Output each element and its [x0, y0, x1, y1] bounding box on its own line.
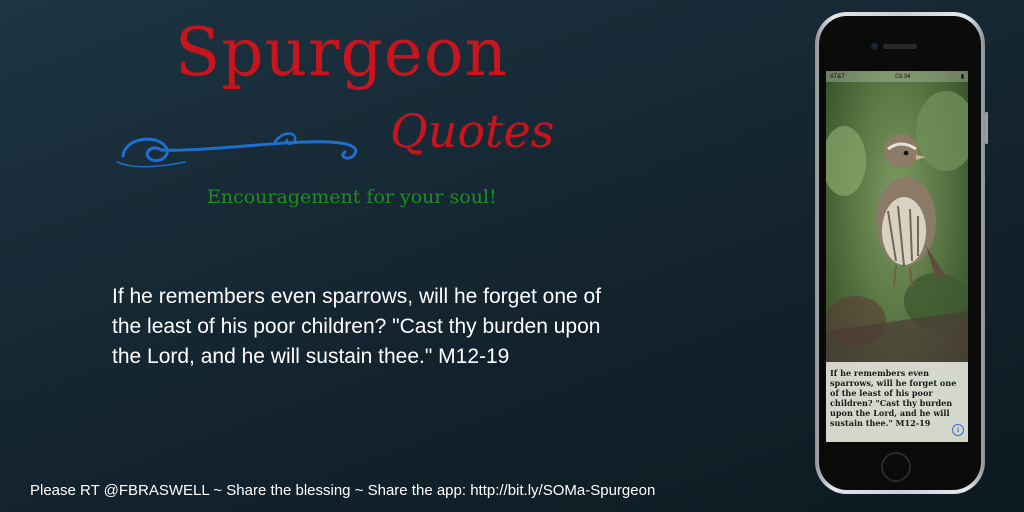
- screen-quote-text: If he remembers even sparrows, will he f…: [830, 368, 957, 428]
- screen-quote: If he remembers even sparrows, will he f…: [826, 362, 968, 442]
- home-button[interactable]: [881, 452, 911, 482]
- status-bar: AT&T 03:34 ▮: [826, 71, 968, 82]
- side-button[interactable]: [985, 112, 988, 144]
- phone-mockup: AT&T 03:34 ▮ If he remembers even sparro…: [815, 12, 988, 494]
- status-time: 03:34: [895, 73, 911, 80]
- phone-screen: AT&T 03:34 ▮ If he remembers even sparro…: [826, 71, 968, 442]
- title-spurgeon: Spurgeon: [175, 14, 509, 91]
- status-carrier: AT&T: [830, 73, 845, 80]
- camera-icon: [871, 43, 878, 50]
- battery-icon: ▮: [960, 74, 964, 80]
- subtitle-quotes: Quotes: [390, 104, 555, 158]
- speaker-grille: [883, 44, 917, 49]
- swash-ornament-icon: [116, 132, 358, 168]
- quote-text: If he remembers even sparrows, will he f…: [112, 285, 602, 368]
- phone-face: AT&T 03:34 ▮ If he remembers even sparro…: [819, 16, 981, 490]
- tagline: Encouragement for your soul!: [207, 186, 497, 208]
- footer-text: Please RT @FBRASWELL ~ Share the blessin…: [30, 482, 656, 499]
- info-icon[interactable]: i: [952, 424, 964, 436]
